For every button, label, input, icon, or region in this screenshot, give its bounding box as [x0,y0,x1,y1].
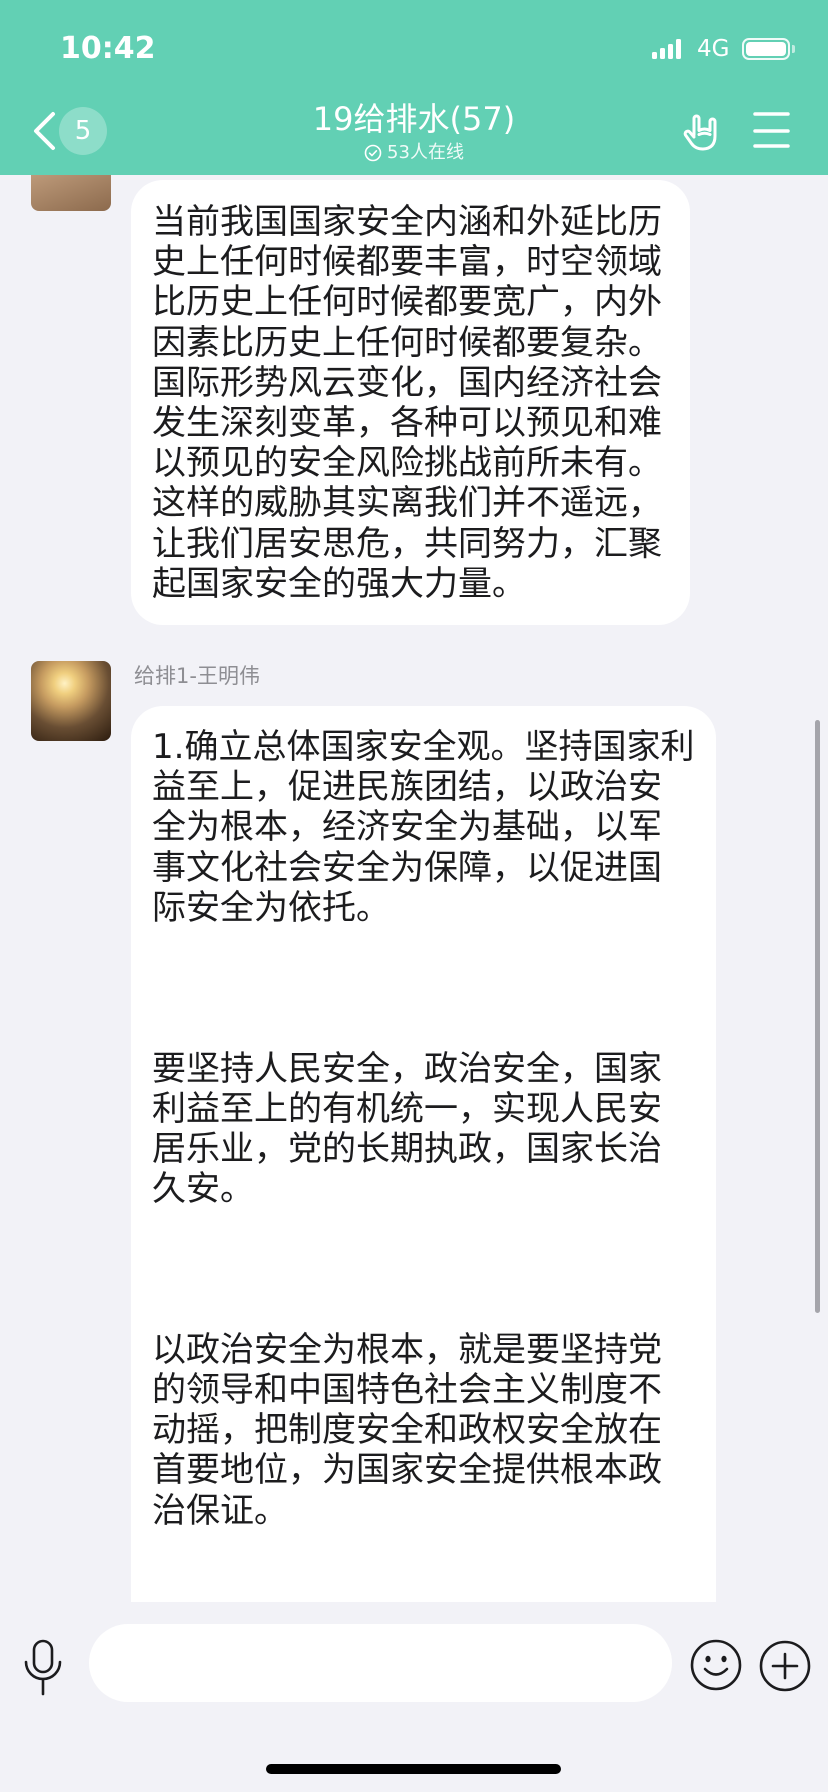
message-text-line: 益至上，促进民族团结，以政治安 [152,767,662,808]
message-text-line: 这样的威胁其实离我们并不遥远， [152,483,662,524]
gesture-button[interactable] [676,106,726,156]
message-text-line: 久安。 [152,1169,254,1210]
home-indicator[interactable] [266,1764,561,1774]
message-composer [0,1602,828,1792]
online-status: 53人在线 [120,142,708,164]
chat-header: 10:42 4G 5 19给排水(57) 53人在线 [0,0,828,175]
message-text-line: 要坚持人民安全，政治安全，国家 [152,1048,662,1089]
message-bubble[interactable]: 当前我国国家安全内涵和外延比历 史上任何时候都要丰富，时空领域 比历史上任何时候… [131,180,690,625]
online-count-label: 53人在线 [387,142,464,163]
message-text-line: 的领导和中国特色社会主义制度不 [152,1370,662,1411]
message-text-line: 全为根本，经济安全为基础，以军 [152,807,662,848]
message-text-line: 首要地位，为国家安全提供根本政 [152,1450,662,1491]
battery-icon [742,38,790,60]
message-text-line: 起国家安全的强大力量。 [152,563,526,604]
message-text-line: 因素比历史上任何时候都要复杂。 [152,322,662,363]
hand-gesture-icon [683,114,717,151]
message-text-line: 国际形势风云变化，国内经济社会 [152,362,662,403]
check-circle-icon [364,144,382,162]
message-paragraph: 当前我国国家安全内涵和外延比历 史上任何时候都要丰富，时空领域 比历史上任何时候… [152,202,670,604]
message-input[interactable] [89,1624,672,1702]
sender-name: 给排1-王明伟 [134,664,260,688]
message-text-line: 治保证。 [152,1490,288,1531]
plus-icon[interactable] [758,1639,812,1693]
message-text-line: 动摇，把制度安全和政权安全放在 [152,1410,662,1451]
message-text-line: 1.确立总体国家安全观。坚持国家利 [152,727,695,767]
message-text-line: 利益至上的有机统一，实现人民安 [152,1088,662,1129]
battery-nub [792,45,795,53]
scrollbar[interactable] [815,720,820,1313]
message-paragraph: 以政治安全为根本，就是要坚持党 的领导和中国特色社会主义制度不 动摇，把制度安全… [152,1330,702,1531]
chevron-left-icon [34,112,55,150]
message-text-line: 居乐业，党的长期执政，国家长治 [152,1128,662,1169]
message-text-line: 际安全为依托。 [152,887,390,928]
message-text-line: 发生深刻变革，各种可以预见和难 [152,402,662,443]
message-text-line: 以政治安全为根本，就是要坚持党 [152,1329,662,1370]
message-text-line: 让我们居安思危，共同努力，汇聚 [152,523,662,564]
message-bubble[interactable]: 1.确立总体国家安全观。坚持国家利 益至上，促进民族团结，以政治安 全为根本，经… [131,706,716,1602]
message-text-line: 以预见的安全风险挑战前所未有。 [152,443,662,484]
avatar[interactable] [31,661,111,741]
back-button[interactable]: 5 [26,102,112,160]
message-paragraph: 1.确立总体国家安全观。坚持国家利 益至上，促进民族团结，以政治安 全为根本，经… [152,727,702,928]
status-time: 10:42 [60,31,156,66]
page-title: 19给排水(57) [312,100,516,138]
battery-level [746,42,786,56]
mic-icon[interactable] [21,1639,65,1697]
message-text-line: 当前我国国家安全内涵和外延比历 [152,202,662,242]
network-type: 4G [697,36,730,62]
menu-icon [753,112,790,148]
signal-icon [652,39,681,59]
emoji-icon[interactable] [689,1638,743,1692]
unread-count-badge: 5 [59,107,107,155]
message-text-line: 事文化社会安全为保障，以促进国 [152,847,662,888]
message-text-line: 史上任何时候都要丰富，时空领域 [152,242,662,283]
message-paragraph: 要坚持人民安全，政治安全，国家 利益至上的有机统一，实现人民安 居乐业，党的长期… [152,1049,702,1210]
chat-message-list[interactable]: 当前我国国家安全内涵和外延比历 史上任何时候都要丰富，时空领域 比历史上任何时候… [0,0,828,1602]
menu-button[interactable] [748,106,796,154]
message-text-line: 比历史上任何时候都要宽广，内外 [152,282,662,323]
